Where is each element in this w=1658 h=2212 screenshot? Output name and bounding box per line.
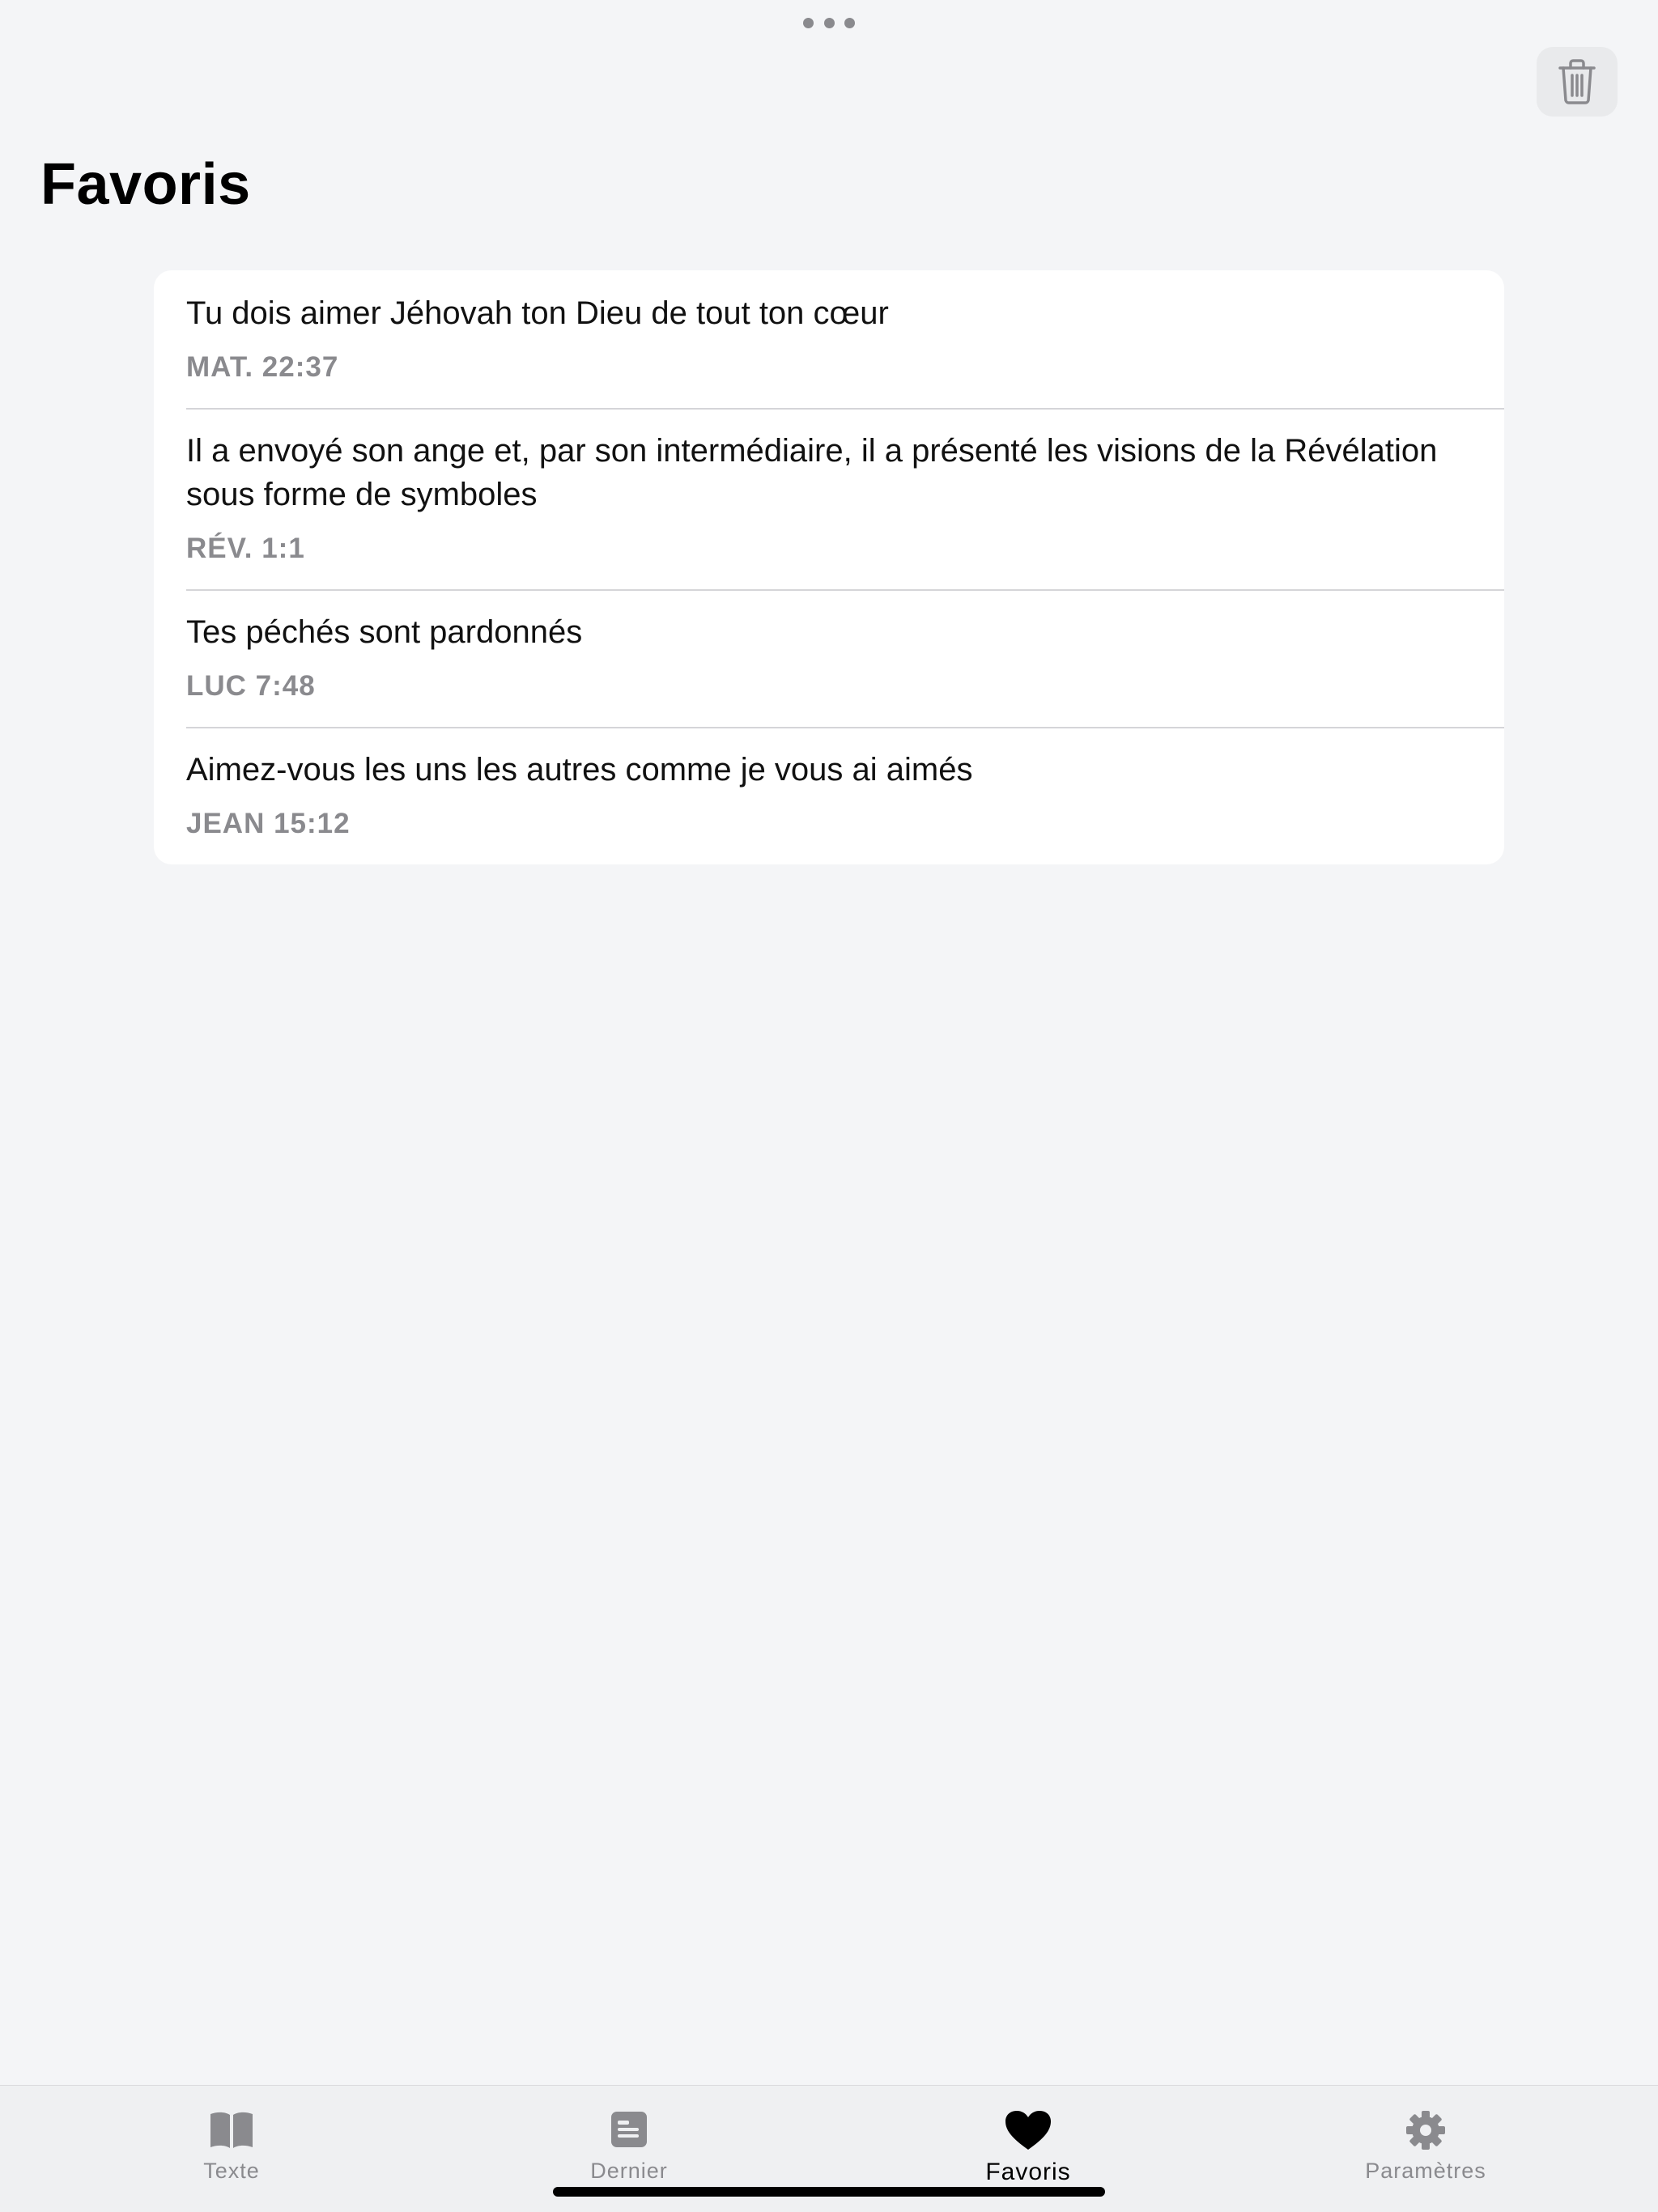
- document-icon: [603, 2108, 655, 2152]
- dot: [823, 17, 835, 28]
- dot: [844, 17, 855, 28]
- favorite-text: Tu dois aimer Jéhovah ton Dieu de tout t…: [186, 295, 889, 331]
- tab-label: Paramètres: [1365, 2159, 1486, 2183]
- home-indicator[interactable]: [553, 2187, 1105, 2197]
- dot: [803, 17, 814, 28]
- trash-icon: [1558, 59, 1596, 104]
- heart-icon: [1002, 2108, 1054, 2152]
- favorite-reference: MAT. 22:37: [186, 351, 339, 383]
- tab-label: Dernier: [590, 2159, 668, 2183]
- favorite-text: Tes péchés sont pardonnés: [186, 614, 583, 650]
- favorites-list: Tu dois aimer Jéhovah ton Dieu de tout t…: [154, 270, 1504, 864]
- page-title: Favoris: [40, 152, 251, 217]
- favorite-text: Aimez-vous les uns les autres comme je v…: [186, 752, 973, 788]
- tab-dernier[interactable]: Dernier: [532, 2108, 726, 2184]
- tab-favoris[interactable]: Favoris: [931, 2108, 1125, 2186]
- favorite-reference: RÉV. 1:1: [186, 533, 305, 564]
- tab-label: Favoris: [985, 2159, 1071, 2185]
- tab-texte[interactable]: Texte: [134, 2108, 329, 2184]
- favorite-reference: LUC 7:48: [186, 670, 316, 702]
- delete-all-button[interactable]: [1537, 47, 1618, 117]
- book-icon: [206, 2108, 257, 2152]
- tab-label: Texte: [203, 2159, 260, 2183]
- favorite-item[interactable]: Aimez-vous les uns les autres comme je v…: [154, 727, 1504, 864]
- tab-parametres[interactable]: Paramètres: [1329, 2108, 1523, 2184]
- gear-icon: [1400, 2108, 1452, 2152]
- multitasking-handle[interactable]: [803, 16, 855, 29]
- favorite-item[interactable]: Il a envoyé son ange et, par son intermé…: [154, 408, 1504, 589]
- favorite-text: Il a envoyé son ange et, par son intermé…: [186, 433, 1438, 512]
- favorite-item[interactable]: Tu dois aimer Jéhovah ton Dieu de tout t…: [154, 270, 1504, 408]
- favorite-reference: JEAN 15:12: [186, 808, 351, 839]
- favorite-item[interactable]: Tes péchés sont pardonnés LUC 7:48: [154, 589, 1504, 727]
